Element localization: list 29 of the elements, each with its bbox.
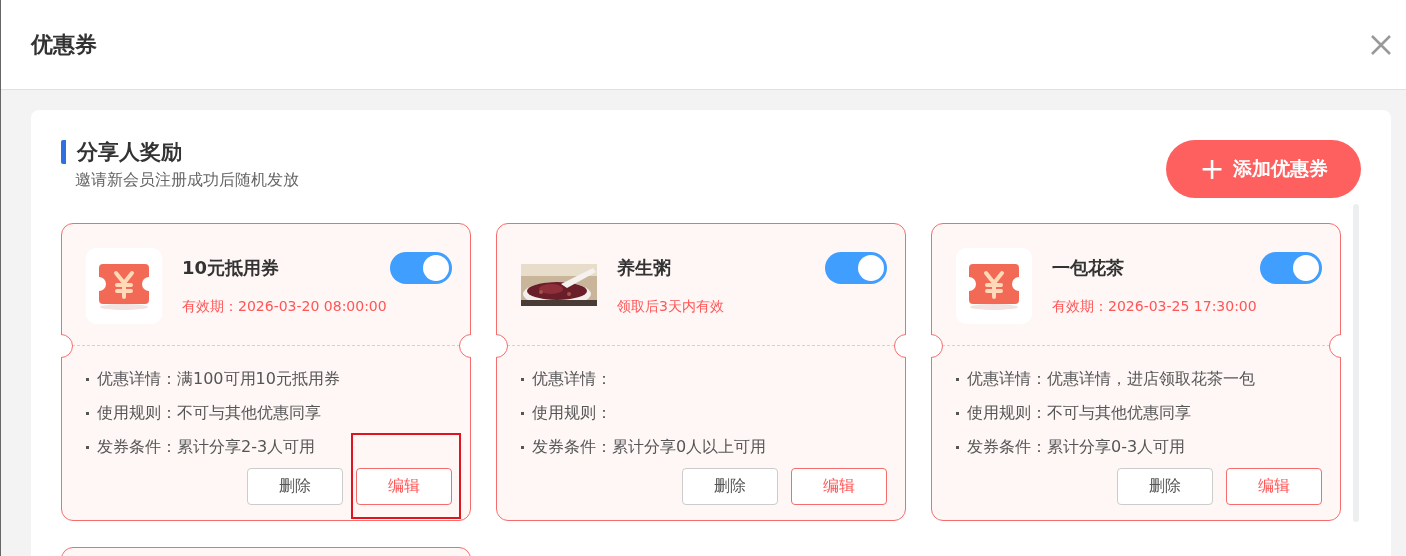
coupon-name: 养生粥	[617, 256, 671, 280]
section-title: 分享人奖励	[61, 140, 299, 164]
detail-text: 优惠详情：满100可用10元抵用券	[97, 368, 340, 390]
delete-button[interactable]: 删除	[247, 468, 343, 505]
coupon-name: 一包花茶	[1052, 256, 1124, 280]
detail-text: 优惠详情：	[532, 368, 612, 390]
toggle-switch[interactable]	[1260, 252, 1322, 284]
detail-text: 使用规则：	[532, 402, 612, 424]
detail-text: 使用规则：不可与其他优惠同享	[97, 402, 321, 424]
coupon-name: 10元抵用券	[182, 256, 280, 280]
toggle-switch[interactable]	[390, 252, 452, 284]
detail-text: 发券条件：累计分享2-3人可用	[97, 436, 316, 458]
edit-button[interactable]: 编辑	[1226, 468, 1322, 505]
edit-button[interactable]: 编辑	[791, 468, 887, 505]
delete-button[interactable]: 删除	[682, 468, 778, 505]
validity-text: 有效期：2026-03-25 17:30:00	[1052, 298, 1258, 316]
detail-text: 优惠详情：优惠详情，进店领取花茶一包	[967, 368, 1255, 390]
add-coupon-button[interactable]: + 添加优惠券	[1166, 140, 1361, 198]
detail-text: 使用规则：不可与其他优惠同享	[967, 402, 1191, 424]
section-subtitle: 邀请新会员注册成功后随机发放	[74, 170, 299, 191]
delete-button[interactable]: 删除	[1117, 468, 1213, 505]
detail-text: 发券条件：累计分享0-3人可用	[967, 436, 1186, 458]
toggle-switch[interactable]	[825, 252, 887, 284]
edit-button[interactable]: 编辑	[356, 468, 452, 505]
close-icon[interactable]	[1370, 33, 1392, 56]
detail-text: 发券条件：累计分享0人以上可用	[532, 436, 767, 458]
dialog-title: 优惠券	[31, 30, 97, 59]
validity-text: 领取后3天内有效	[617, 298, 725, 316]
validity-text: 有效期：2026-03-20 08:00:00	[182, 298, 388, 316]
